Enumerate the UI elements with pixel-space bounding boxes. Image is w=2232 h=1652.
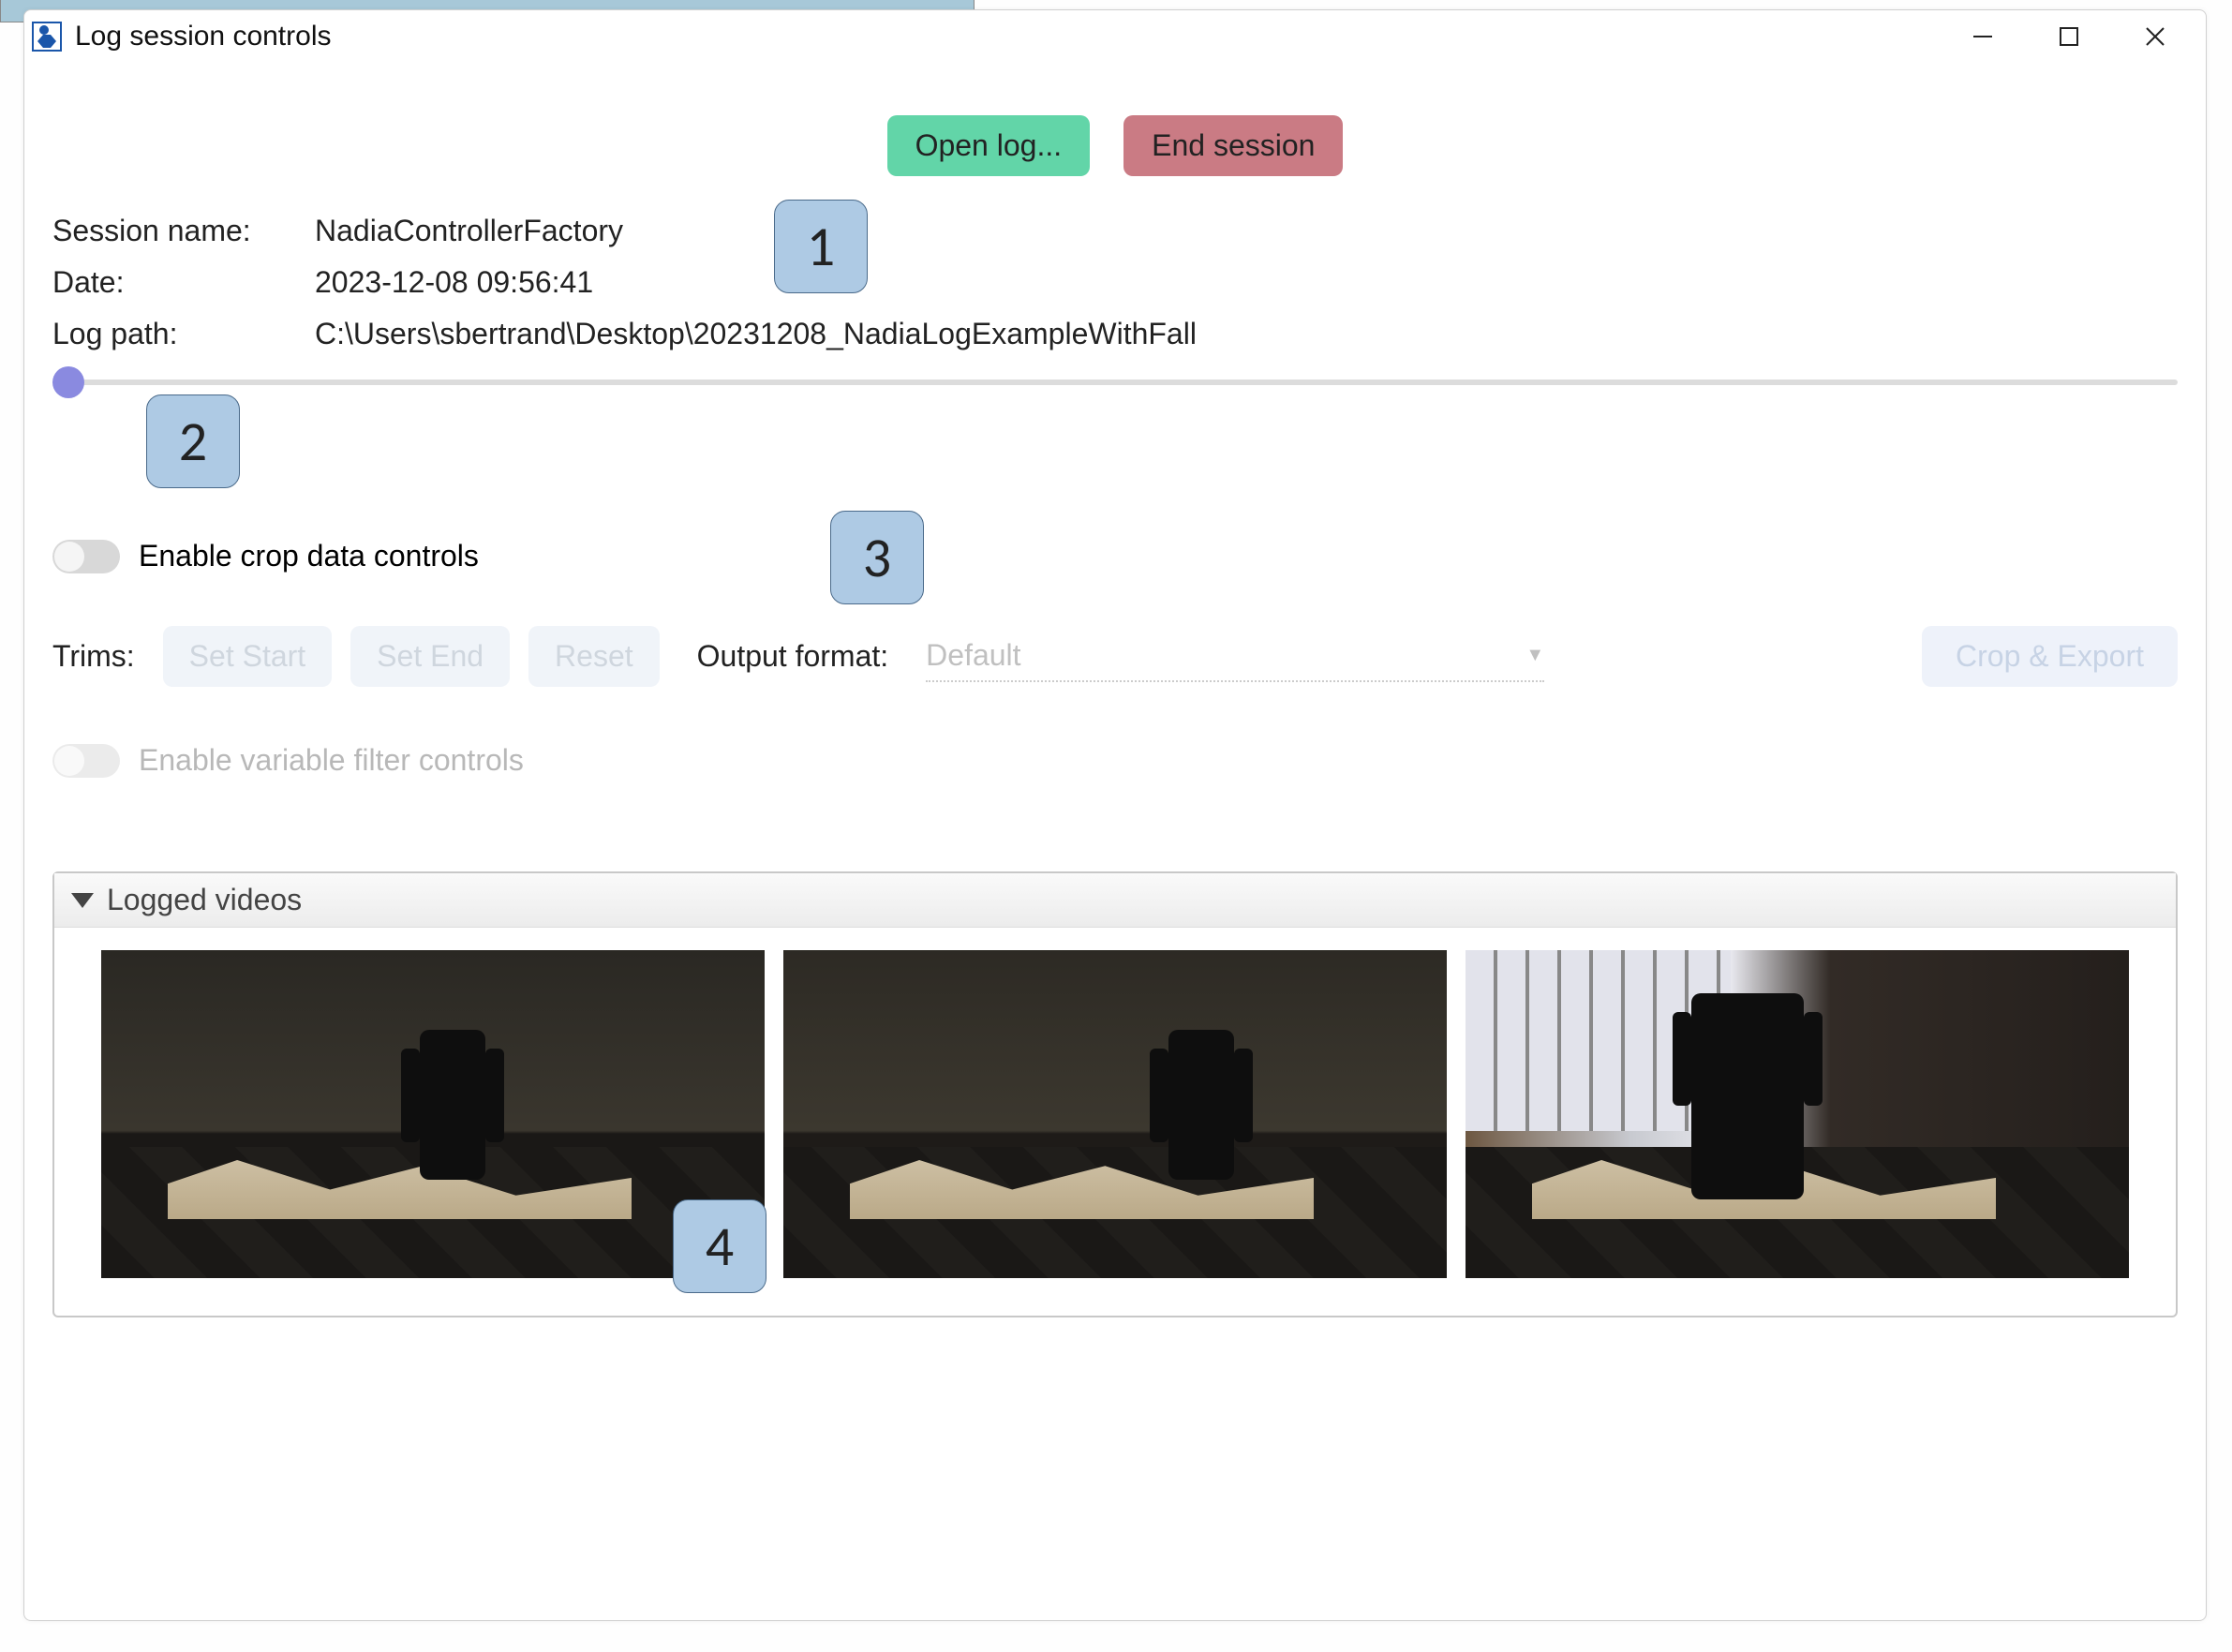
top-button-row: Open log... End session — [52, 115, 2178, 176]
video-thumbnail-strip: 4 — [54, 928, 2176, 1316]
trim-controls-row: Trims: Set Start Set End Reset Output fo… — [52, 626, 2178, 687]
window-title: Log session controls — [75, 21, 332, 52]
annotation-callout-3: 3 — [830, 511, 924, 604]
output-format-label: Output format: — [697, 639, 889, 674]
open-log-button[interactable]: Open log... — [887, 115, 1091, 176]
output-format-dropdown[interactable]: Default ▼ — [926, 631, 1544, 682]
set-start-button[interactable]: Set Start — [163, 626, 333, 687]
session-name-value: NadiaControllerFactory — [315, 214, 623, 248]
collapse-triangle-icon — [71, 893, 94, 908]
reset-button[interactable]: Reset — [528, 626, 660, 687]
annotation-callout-2: 2 — [146, 394, 240, 488]
enable-filter-row: Enable variable filter controls — [52, 743, 2178, 778]
window-controls — [1940, 10, 2198, 63]
annotation-callout-4: 4 — [673, 1199, 766, 1293]
titlebar: Log session controls — [24, 10, 2206, 63]
session-path-value: C:\Users\sbertrand\Desktop\20231208_Nadi… — [315, 317, 1197, 351]
session-path-label: Log path: — [52, 317, 315, 351]
trims-label: Trims: — [52, 639, 135, 674]
app-icon — [32, 22, 62, 52]
crop-export-button[interactable]: Crop & Export — [1922, 626, 2178, 687]
session-date-value: 2023-12-08 09:56:41 — [315, 265, 593, 300]
timeline-slider[interactable] — [52, 380, 2178, 385]
enable-crop-row: Enable crop data controls 3 — [52, 539, 2178, 573]
output-format-value: Default — [926, 638, 1020, 673]
annotation-callout-1: 1 — [774, 200, 868, 293]
close-button[interactable] — [2112, 10, 2198, 63]
end-session-button[interactable]: End session — [1123, 115, 1343, 176]
session-name-label: Session name: — [52, 214, 315, 248]
video-thumbnail-1[interactable] — [101, 950, 765, 1278]
video-thumbnail-2[interactable] — [783, 950, 1447, 1278]
video-thumbnail-3[interactable] — [1466, 950, 2129, 1278]
log-session-window: Log session controls Open log... End ses… — [23, 9, 2207, 1621]
set-end-button[interactable]: Set End — [350, 626, 510, 687]
enable-filter-toggle[interactable] — [52, 744, 120, 778]
window-content: Open log... End session Session name: Na… — [24, 115, 2206, 1317]
logged-videos-title: Logged videos — [107, 883, 302, 917]
timeline-slider-thumb[interactable] — [52, 366, 84, 398]
chevron-down-icon: ▼ — [1525, 645, 1544, 666]
maximize-button[interactable] — [2026, 10, 2112, 63]
session-info: Session name: NadiaControllerFactory Dat… — [52, 214, 2178, 351]
enable-crop-label: Enable crop data controls — [139, 539, 479, 573]
session-date-label: Date: — [52, 265, 315, 300]
enable-crop-toggle[interactable] — [52, 540, 120, 573]
enable-filter-label: Enable variable filter controls — [139, 743, 524, 778]
logged-videos-header[interactable]: Logged videos — [54, 873, 2176, 928]
logged-videos-panel: Logged videos 4 — [52, 871, 2178, 1317]
minimize-button[interactable] — [1940, 10, 2026, 63]
